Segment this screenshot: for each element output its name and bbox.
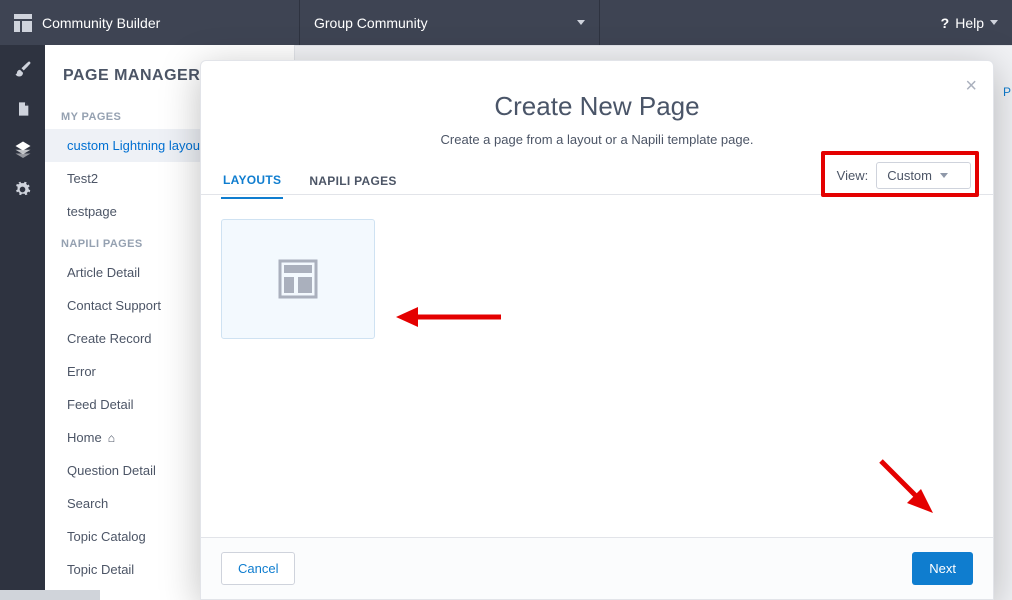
- help-label[interactable]: Help: [955, 15, 984, 31]
- page-icon[interactable]: [13, 99, 33, 119]
- modal-footer: Cancel Next: [201, 537, 993, 599]
- modal-body: [201, 195, 993, 537]
- list-item-label: Home: [67, 430, 102, 445]
- view-select[interactable]: Custom: [876, 162, 971, 189]
- modal-tabs: LAYOUTS NAPILI PAGES View: Custom: [201, 155, 993, 195]
- app-icon: [14, 14, 32, 32]
- help-icon: ?: [941, 15, 950, 31]
- app-name: Community Builder: [42, 15, 160, 31]
- modal-title: Create New Page: [221, 91, 973, 122]
- brush-icon[interactable]: [13, 59, 33, 79]
- view-filter: View: Custom: [837, 155, 971, 195]
- tab-layouts[interactable]: LAYOUTS: [221, 163, 283, 199]
- annotation-arrow: [396, 303, 506, 331]
- tab-napili-pages[interactable]: NAPILI PAGES: [307, 164, 398, 198]
- create-page-modal: × Create New Page Create a page from a l…: [200, 60, 994, 600]
- view-label: View:: [837, 168, 869, 183]
- cancel-button[interactable]: Cancel: [221, 552, 295, 585]
- view-value: Custom: [887, 168, 932, 183]
- next-button[interactable]: Next: [912, 552, 973, 585]
- app-brand: Community Builder: [0, 0, 300, 45]
- chevron-down-icon: [577, 20, 585, 25]
- modal-header: Create New Page Create a page from a lay…: [201, 61, 993, 155]
- community-name: Group Community: [314, 15, 428, 31]
- list-item-label: Contact Support: [67, 298, 161, 313]
- list-item-label: Topic Catalog: [67, 529, 146, 544]
- top-bar: Community Builder Group Community ? Help: [0, 0, 1012, 45]
- home-icon: ⌂: [108, 431, 115, 445]
- list-item-label: Error: [67, 364, 96, 379]
- horizontal-scrollbar[interactable]: [0, 590, 100, 600]
- list-item-label: Topic Detail: [67, 562, 134, 577]
- community-selector[interactable]: Group Community: [300, 0, 600, 45]
- list-item-label: Test2: [67, 171, 98, 186]
- list-item-label: custom Lightning layout: [67, 138, 204, 153]
- chevron-down-icon: [990, 20, 998, 25]
- layout-icon: [274, 255, 322, 303]
- list-item-label: Search: [67, 496, 108, 511]
- layers-icon[interactable]: [13, 139, 33, 159]
- list-item-label: testpage: [67, 204, 117, 219]
- topbar-right: ? Help: [600, 0, 1012, 45]
- left-rail: [0, 45, 45, 600]
- gear-icon[interactable]: [13, 179, 33, 199]
- close-icon[interactable]: ×: [965, 75, 977, 98]
- list-item-label: Feed Detail: [67, 397, 133, 412]
- modal-subtitle: Create a page from a layout or a Napili …: [221, 132, 973, 147]
- layout-thumbnail[interactable]: [221, 219, 375, 339]
- list-item-label: Create Record: [67, 331, 152, 346]
- truncated-tab: P: [1003, 85, 1011, 99]
- chevron-down-icon: [940, 173, 948, 178]
- list-item-label: Question Detail: [67, 463, 156, 478]
- annotation-arrow: [871, 453, 941, 523]
- list-item-label: Article Detail: [67, 265, 140, 280]
